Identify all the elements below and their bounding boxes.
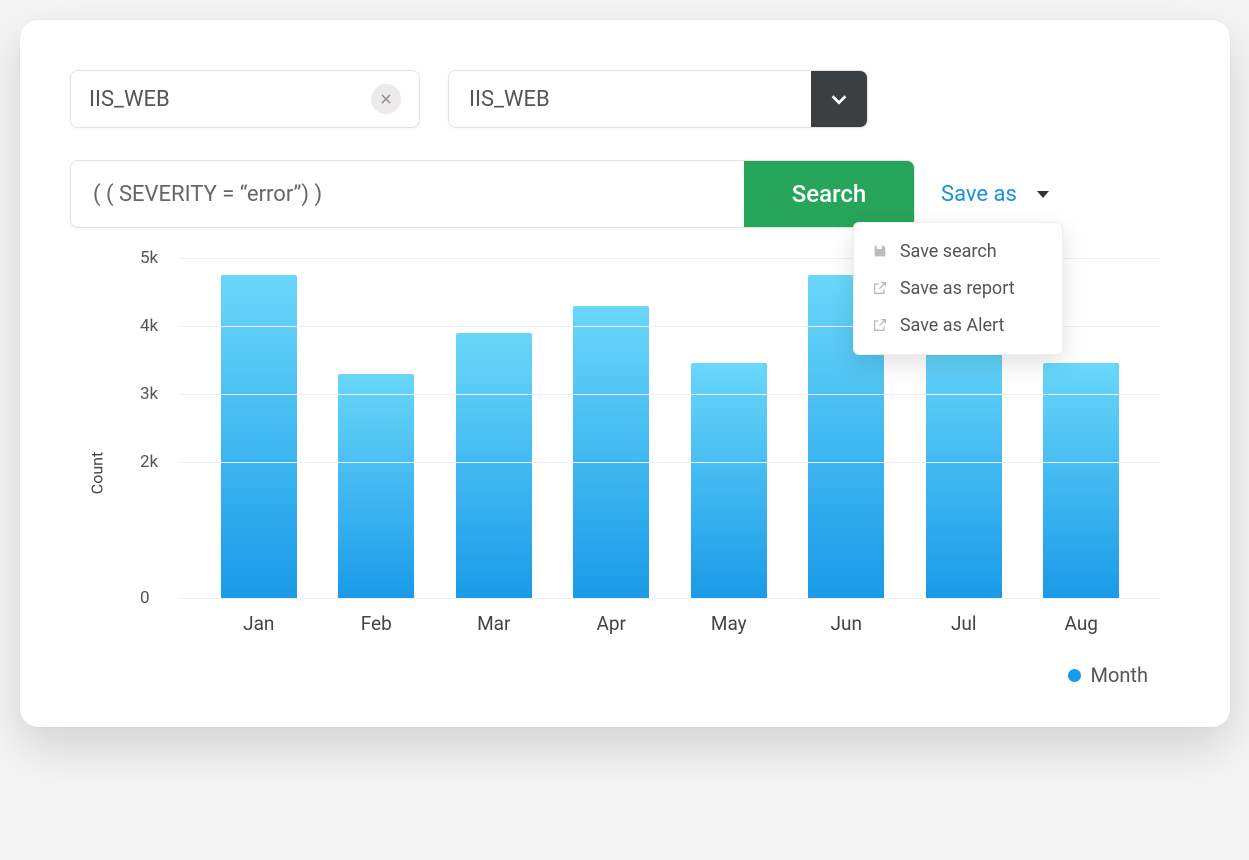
bar-slot [318,258,436,598]
filters-row: IIS_WEB IIS_WEB [70,70,1180,128]
clear-filter-button[interactable] [371,84,401,114]
source-select[interactable]: IIS_WEB [448,70,868,128]
bar[interactable] [338,374,414,598]
bar[interactable] [926,333,1002,598]
save-icon [872,243,888,259]
save-as-menu: Save search Save as report Save as Alert [853,222,1063,355]
save-as-wrap: Save as Save search Save as report Save … [935,174,1055,215]
chart-legend: Month [140,663,1160,687]
query-row: ( ( SEVERITY = “error”) ) Search Save as… [70,160,1180,228]
x-tick-label: Feb [318,612,436,635]
x-tick-label: May [670,612,788,635]
x-tick-label: Jun [788,612,906,635]
search-button[interactable]: Search [744,161,914,227]
close-icon [379,92,393,106]
bar[interactable] [1043,363,1119,598]
menu-item-label: Save search [900,241,997,262]
query-box: ( ( SEVERITY = “error”) ) Search [70,160,915,228]
bar[interactable] [573,306,649,598]
bar-slot [435,258,553,598]
menu-item-save-alert[interactable]: Save as Alert [854,307,1062,344]
x-tick-label: Jul [905,612,1023,635]
x-axis-labels: JanFebMarAprMayJunJulAug [180,612,1160,635]
filter-chip-value: IIS_WEB [89,87,371,112]
x-tick-label: Apr [553,612,671,635]
y-axis-label: Count [88,451,107,493]
legend-swatch [1068,669,1081,682]
x-tick-label: Aug [1023,612,1141,635]
x-tick-label: Jan [200,612,318,635]
menu-item-label: Save as Alert [900,315,1005,336]
external-link-icon [872,280,888,296]
query-input[interactable]: ( ( SEVERITY = “error”) ) [71,161,744,227]
y-tick-label: 2k [140,452,158,472]
chevron-down-icon [828,88,850,110]
save-as-button[interactable]: Save as [935,174,1055,215]
menu-item-save-search[interactable]: Save search [854,233,1062,270]
external-link-icon [872,317,888,333]
legend-label: Month [1091,663,1148,687]
y-tick-label: 4k [140,316,158,336]
bar-slot [200,258,318,598]
gridline [180,462,1160,463]
bar[interactable] [456,333,532,598]
y-tick-label: 0 [140,588,150,608]
gridline [180,598,1160,599]
y-tick-label: 3k [140,384,158,404]
bar-slot [670,258,788,598]
gridline [180,394,1160,395]
bar[interactable] [221,275,297,598]
y-tick-label: 5k [140,248,158,268]
main-card: IIS_WEB IIS_WEB ( ( SEVERITY = “error”) … [20,20,1230,727]
caret-down-icon [1037,191,1049,198]
source-select-value: IIS_WEB [449,71,811,127]
source-select-caret[interactable] [811,71,867,127]
save-as-label: Save as [941,182,1017,207]
menu-item-label: Save as report [900,278,1015,299]
x-tick-label: Mar [435,612,553,635]
bar[interactable] [691,363,767,598]
filter-chip-input[interactable]: IIS_WEB [70,70,420,128]
menu-item-save-report[interactable]: Save as report [854,270,1062,307]
bar-slot [553,258,671,598]
